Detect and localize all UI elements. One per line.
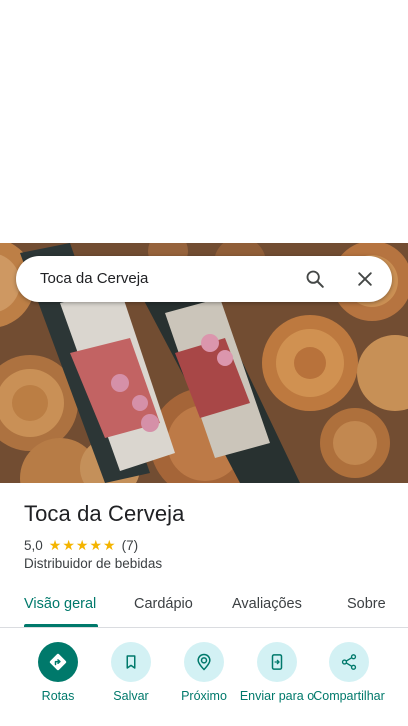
tab-reviews[interactable]: Avaliações [232, 596, 302, 612]
tab-overview[interactable]: Visão geral [24, 596, 96, 612]
star-rating: ★ ★ ★ ★ ★ [49, 538, 117, 552]
place-name: Toca da Cerveja [24, 501, 185, 526]
directions-icon [38, 642, 78, 682]
rating-value: 5,0 [24, 537, 43, 553]
tab-about[interactable]: Sobre [347, 596, 386, 612]
send-to-phone-button[interactable]: Enviar para o [237, 642, 317, 704]
send-to-phone-icon [257, 642, 297, 682]
star-icon: ★ [48, 537, 62, 553]
bookmark-icon [111, 642, 151, 682]
share-icon [329, 642, 369, 682]
place-category: Distribuidor de bebidas [24, 556, 163, 571]
rating-row[interactable]: 5,0 ★ ★ ★ ★ ★ (7) [24, 536, 138, 554]
map-area[interactable] [0, 0, 408, 243]
save-label: Salvar [113, 689, 149, 703]
close-icon[interactable] [350, 264, 380, 294]
star-icon: ★ [75, 537, 89, 553]
tabs-divider [0, 627, 408, 628]
directions-button[interactable]: Rotas [18, 642, 98, 704]
search-input[interactable]: Toca da Cerveja [40, 270, 148, 287]
share-label: Compartilhar [313, 689, 385, 703]
nearby-label: Próximo [181, 689, 227, 703]
search-bar[interactable]: Toca da Cerveja [16, 256, 392, 302]
star-icon: ★ [62, 537, 75, 553]
star-icon: ★ [89, 537, 103, 553]
save-button[interactable]: Salvar [91, 642, 171, 704]
search-icon[interactable] [300, 264, 330, 294]
nearby-icon [184, 642, 224, 682]
share-button[interactable]: Compartilhar [309, 642, 389, 704]
tab-bar: Visão geral Cardápio Avaliações Sobre [0, 588, 408, 628]
star-icon: ★ [103, 537, 116, 553]
nearby-button[interactable]: Próximo [164, 642, 244, 704]
send-to-phone-label: Enviar para o [239, 689, 315, 703]
review-count[interactable]: (7) [122, 538, 139, 553]
directions-label: Rotas [41, 689, 75, 703]
tab-menu[interactable]: Cardápio [134, 596, 193, 612]
